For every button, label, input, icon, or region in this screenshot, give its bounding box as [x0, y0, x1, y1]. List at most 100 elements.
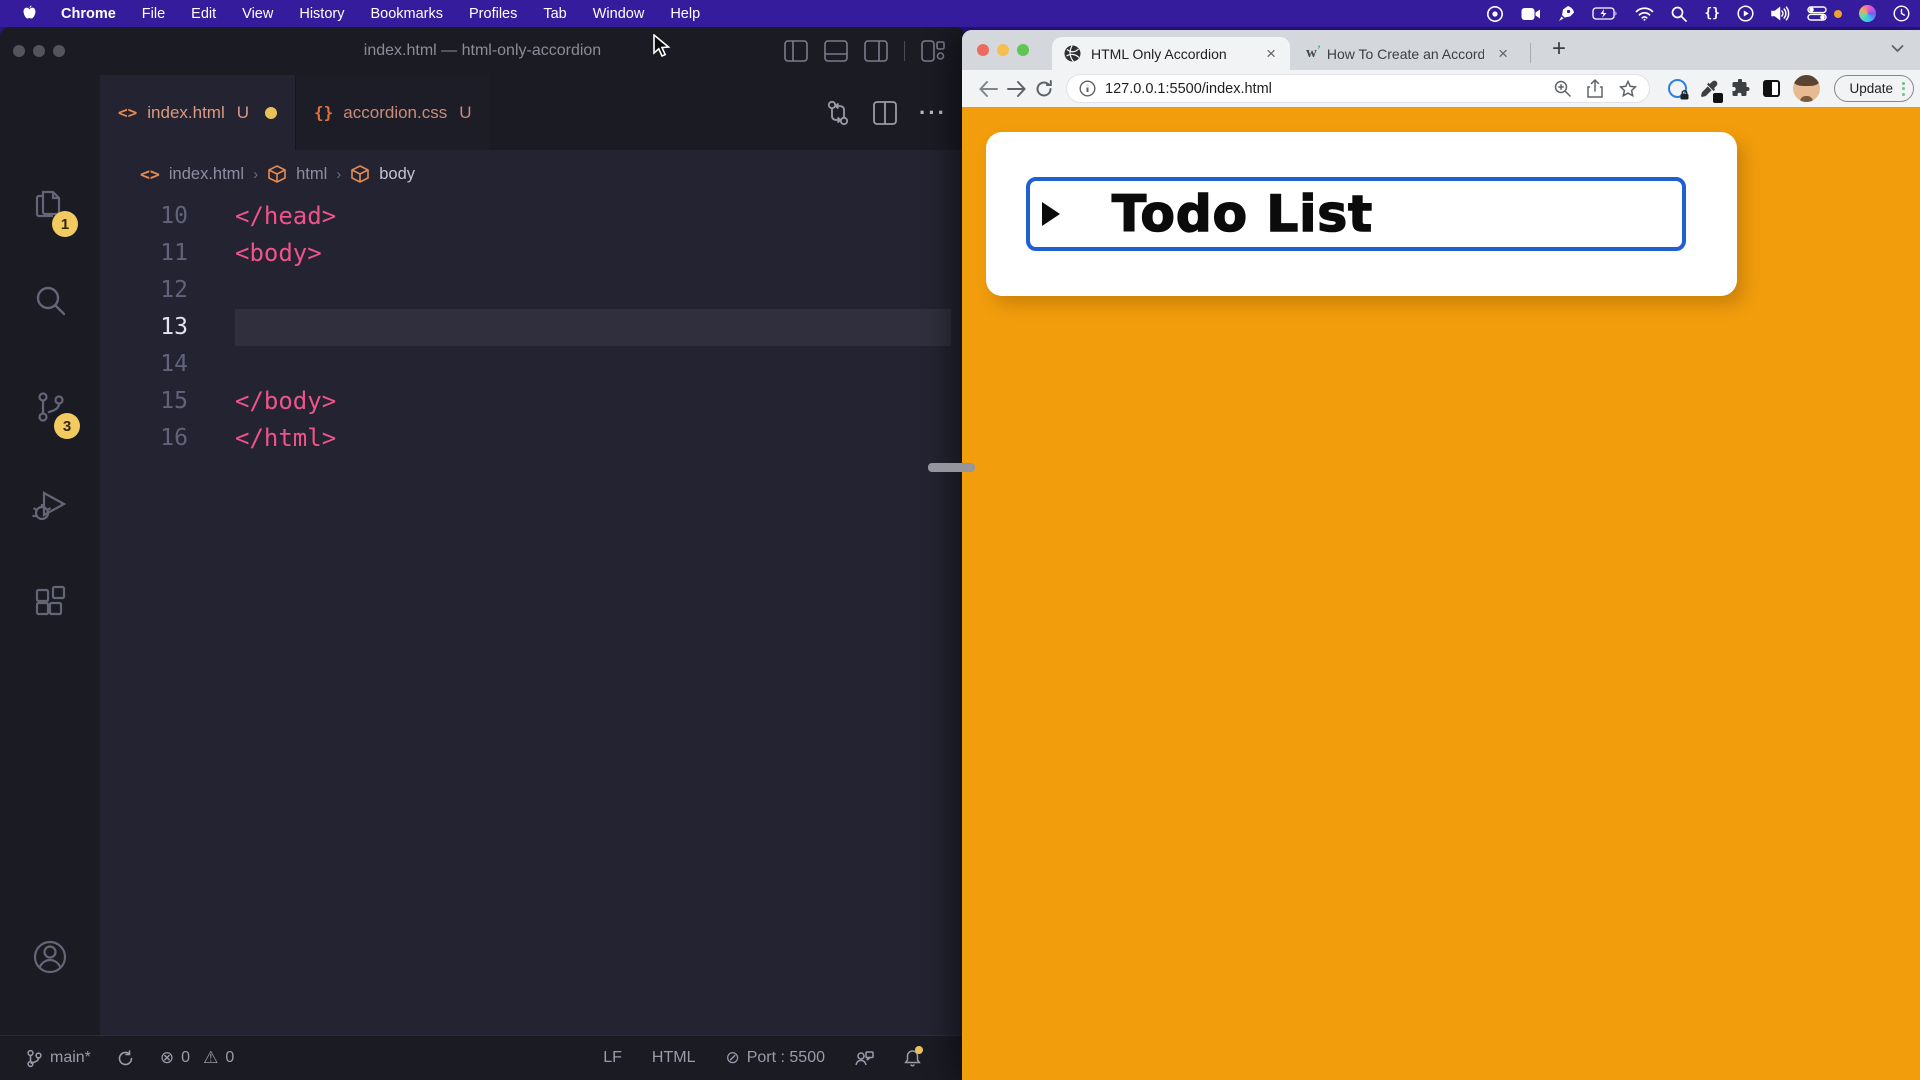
- accordion-summary[interactable]: Todo List: [1026, 177, 1686, 251]
- menu-bookmarks[interactable]: Bookmarks: [370, 6, 443, 22]
- code-line[interactable]: 16</html>: [100, 420, 965, 457]
- close-window-button[interactable]: [13, 45, 25, 57]
- code-line[interactable]: 11<body>: [100, 235, 965, 272]
- menu-chrome[interactable]: Chrome: [61, 6, 116, 22]
- extensions-icon[interactable]: [30, 583, 70, 623]
- modified-dot-icon[interactable]: [265, 107, 277, 119]
- zoom-icon[interactable]: [1554, 80, 1571, 97]
- tab-index-html[interactable]: <> index.html U: [100, 75, 295, 150]
- tab-search-chevron-icon[interactable]: [1891, 44, 1904, 53]
- menu-profiles[interactable]: Profiles: [469, 6, 517, 22]
- wikihow-favicon: w’: [1306, 45, 1317, 62]
- breadcrumb-body[interactable]: body: [379, 165, 415, 184]
- url-text[interactable]: 127.0.0.1:5500/index.html: [1105, 81, 1545, 97]
- breadcrumb[interactable]: <> index.html › html › body: [100, 150, 965, 198]
- problems-item[interactable]: ⊗ 0 ⚠ 0: [160, 1048, 234, 1068]
- battery-charging-icon[interactable]: [1592, 0, 1618, 27]
- address-bar[interactable]: 127.0.0.1:5500/index.html: [1066, 74, 1650, 103]
- toggle-panel-icon[interactable]: [824, 40, 848, 62]
- code-editor[interactable]: 10</head> 11<body> 12 13 14 15</body> 16…: [100, 198, 965, 1035]
- toggle-primary-sidebar-icon[interactable]: [784, 40, 808, 62]
- profile-avatar[interactable]: [1793, 75, 1820, 102]
- zoom-window-button[interactable]: [1017, 44, 1029, 56]
- menu-window[interactable]: Window: [593, 6, 645, 22]
- minimize-window-button[interactable]: [33, 45, 45, 57]
- rocket-icon[interactable]: [1558, 0, 1575, 27]
- notifications-item[interactable]: [904, 1049, 921, 1067]
- breadcrumb-html[interactable]: html: [296, 165, 327, 184]
- warnings-icon: ⚠: [203, 1048, 218, 1068]
- code-line-active[interactable]: 13: [100, 309, 965, 346]
- tab-accordion-css[interactable]: {} accordion.css U: [295, 75, 489, 150]
- code-line[interactable]: 10</head>: [100, 198, 965, 235]
- editor-area: <> index.html U {} accordion.css U: [100, 75, 965, 1035]
- menu-history[interactable]: History: [299, 6, 344, 22]
- toggle-secondary-sidebar-icon[interactable]: [864, 40, 888, 62]
- privacy-extension-icon[interactable]: [1668, 79, 1687, 98]
- code-line[interactable]: 15</body>: [100, 383, 965, 420]
- chrome-update-button[interactable]: Update: [1834, 75, 1914, 102]
- customize-layout-icon[interactable]: [921, 40, 945, 62]
- chrome-menu-dots-icon[interactable]: [1902, 82, 1905, 96]
- tab-html-only-accordion[interactable]: HTML Only Accordion ×: [1052, 37, 1290, 70]
- volume-icon[interactable]: [1771, 0, 1790, 27]
- menu-edit[interactable]: Edit: [191, 6, 216, 22]
- live-server-port[interactable]: ⊘ Port : 5500: [725, 1048, 825, 1068]
- language-mode[interactable]: HTML: [652, 1049, 696, 1067]
- source-control-badge: 3: [54, 413, 80, 439]
- code-line[interactable]: 14: [100, 346, 965, 383]
- new-tab-button[interactable]: +: [1544, 34, 1574, 64]
- line-number: 13: [100, 309, 188, 346]
- play-circle-icon[interactable]: [1737, 0, 1754, 27]
- feedback-item[interactable]: [855, 1050, 874, 1067]
- colorzilla-extension-icon[interactable]: [1700, 80, 1718, 98]
- menu-help[interactable]: Help: [670, 6, 700, 22]
- run-debug-icon[interactable]: [30, 485, 70, 525]
- open-changes-icon[interactable]: [825, 99, 851, 127]
- git-status-untracked: U: [459, 103, 471, 123]
- breadcrumb-file[interactable]: index.html: [169, 165, 244, 184]
- menu-view[interactable]: View: [242, 6, 273, 22]
- control-center-icon[interactable]: [1807, 0, 1827, 27]
- siri-icon[interactable]: [1859, 5, 1876, 22]
- git-branch-item[interactable]: main*: [26, 1049, 91, 1068]
- menu-file[interactable]: File: [142, 6, 165, 22]
- more-actions-icon[interactable]: ···: [919, 100, 947, 126]
- notification-dot: [915, 1046, 923, 1054]
- video-camera-icon[interactable]: [1521, 0, 1541, 27]
- close-tab-icon[interactable]: ×: [1494, 44, 1512, 64]
- apple-menu-icon[interactable]: [22, 5, 37, 23]
- menu-tab[interactable]: Tab: [543, 6, 566, 22]
- code-line[interactable]: 12: [100, 272, 965, 309]
- wifi-icon[interactable]: [1635, 0, 1654, 27]
- clock-icon[interactable]: [1893, 0, 1910, 27]
- spotlight-search-icon[interactable]: [1671, 0, 1687, 27]
- minimize-window-button[interactable]: [997, 44, 1009, 56]
- vscode-title-bar[interactable]: index.html — html-only-accordion: [0, 27, 965, 75]
- sync-icon: [117, 1050, 134, 1067]
- close-tab-icon[interactable]: ×: [1262, 44, 1280, 64]
- close-window-button[interactable]: [977, 44, 989, 56]
- split-editor-icon[interactable]: [873, 101, 897, 125]
- screen-record-icon[interactable]: [1486, 0, 1504, 27]
- chrome-window: HTML Only Accordion × w’ How To Create a…: [962, 30, 1920, 1080]
- account-icon[interactable]: [30, 937, 70, 977]
- tab-how-to-create-accordion[interactable]: w’ How To Create an Accordion ×: [1294, 37, 1522, 70]
- symbol-cube-icon: [267, 164, 287, 184]
- eol-indicator[interactable]: LF: [603, 1049, 622, 1067]
- site-info-icon[interactable]: [1079, 80, 1096, 97]
- accordion-arrow-icon[interactable]: [1042, 202, 1060, 226]
- bookmark-star-icon[interactable]: [1619, 80, 1637, 97]
- code-braces-icon[interactable]: {}: [1704, 0, 1720, 27]
- explorer-badge: 1: [52, 211, 78, 237]
- window-resize-handle[interactable]: [928, 463, 975, 472]
- forward-icon[interactable]: [1002, 81, 1030, 97]
- dark-reader-extension-icon[interactable]: [1763, 80, 1780, 97]
- sync-item[interactable]: [117, 1050, 134, 1067]
- zoom-window-button[interactable]: [53, 45, 65, 57]
- share-icon[interactable]: [1587, 79, 1603, 98]
- reload-icon[interactable]: [1030, 80, 1058, 98]
- search-icon[interactable]: [30, 281, 70, 321]
- extensions-puzzle-icon[interactable]: [1731, 79, 1750, 98]
- back-icon[interactable]: [974, 81, 1002, 97]
